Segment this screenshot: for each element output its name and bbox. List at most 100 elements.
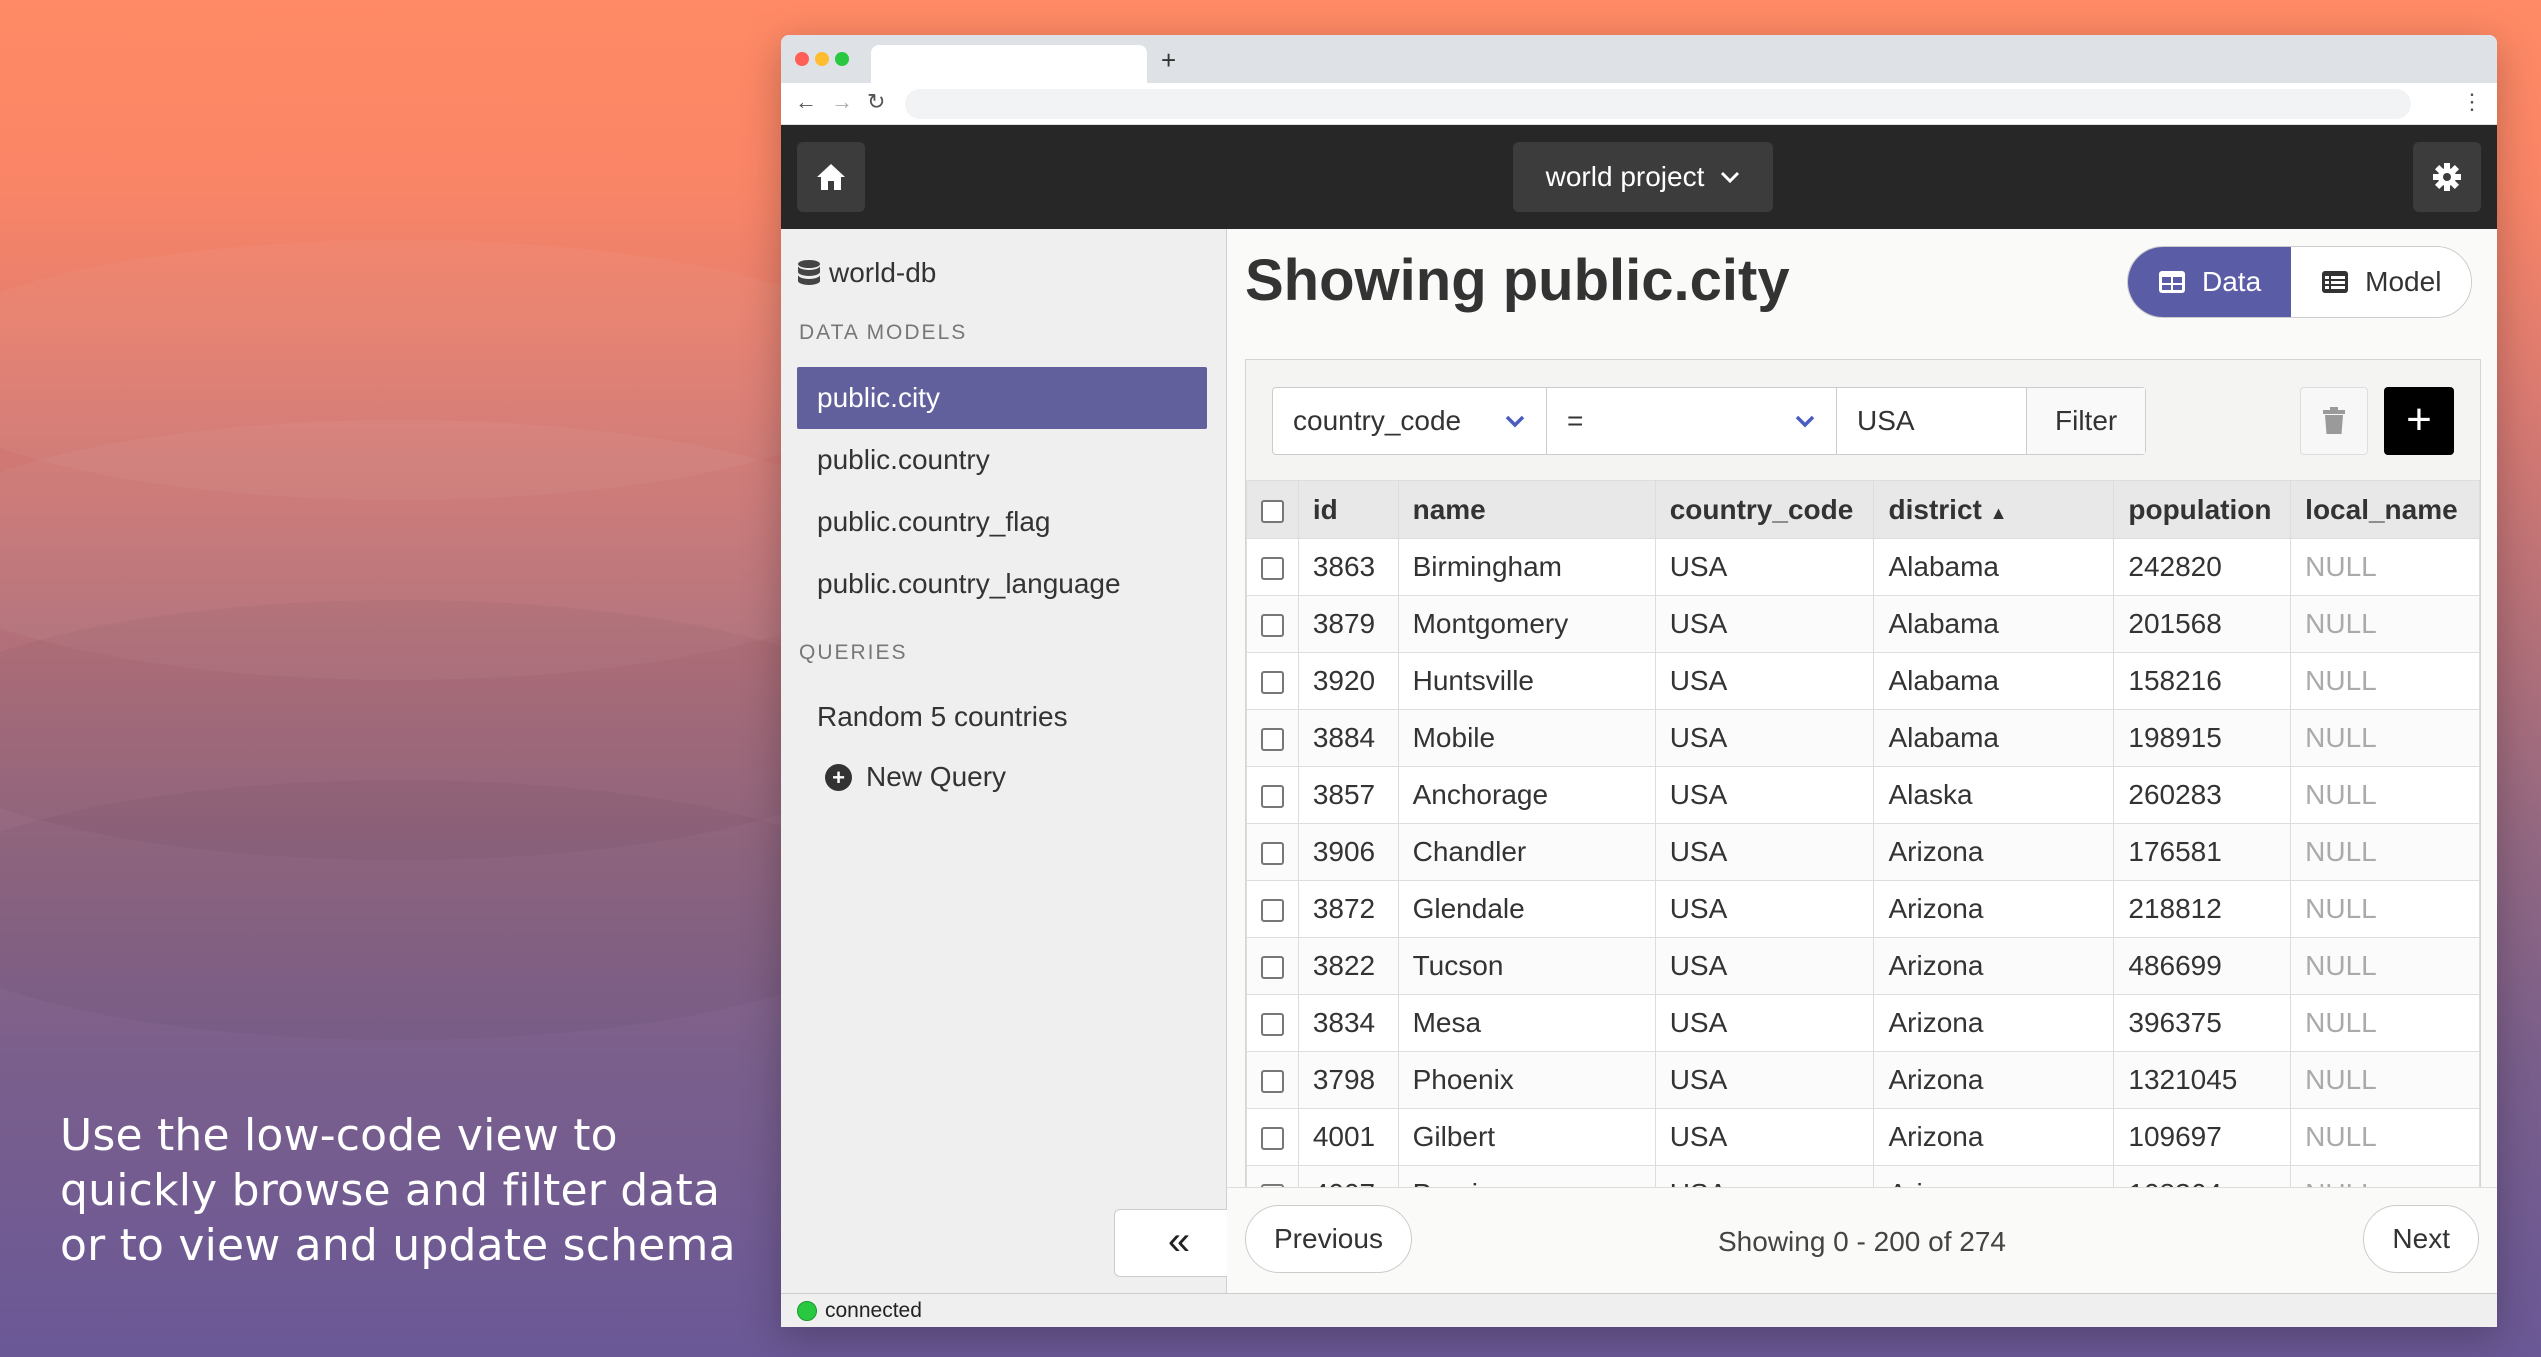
table-cell-country-code[interactable]: USA bbox=[1654, 1108, 1875, 1166]
maximize-window-dot[interactable] bbox=[835, 52, 849, 66]
table-cell-local-name[interactable]: NULL bbox=[2290, 880, 2480, 938]
table-cell-population[interactable]: 486699 bbox=[2113, 937, 2292, 995]
row-checkbox[interactable] bbox=[1261, 557, 1284, 581]
table-cell-population[interactable]: 109697 bbox=[2113, 1108, 2292, 1166]
browser-tab[interactable] bbox=[871, 45, 1147, 83]
table-cell-id[interactable]: 3834 bbox=[1297, 994, 1399, 1052]
table-cell-country-code[interactable]: USA bbox=[1654, 766, 1875, 824]
table-row[interactable]: 3879 Montgomery USA Alabama 201568 NULL bbox=[1246, 595, 2480, 653]
table-cell-id[interactable]: 3879 bbox=[1297, 595, 1399, 653]
table-cell-country-code[interactable]: USA bbox=[1654, 538, 1875, 596]
new-tab-button[interactable]: + bbox=[1161, 45, 1176, 76]
table-cell-local-name[interactable]: NULL bbox=[2290, 595, 2480, 653]
table-cell-id[interactable]: 3857 bbox=[1297, 766, 1399, 824]
row-checkbox[interactable] bbox=[1261, 899, 1284, 923]
table-cell-population[interactable]: 1321045 bbox=[2113, 1051, 2292, 1109]
row-checkbox[interactable] bbox=[1261, 1070, 1284, 1094]
table-cell-id[interactable]: 4001 bbox=[1297, 1108, 1399, 1166]
row-checkbox[interactable] bbox=[1261, 671, 1284, 695]
table-cell-local-name[interactable]: NULL bbox=[2290, 1108, 2480, 1166]
table-cell-population[interactable]: 198915 bbox=[2113, 709, 2292, 767]
table-cell-district[interactable]: Arizona bbox=[1873, 1051, 2115, 1109]
table-cell-name[interactable]: Montgomery bbox=[1397, 595, 1656, 653]
row-checkbox[interactable] bbox=[1261, 785, 1284, 809]
row-checkbox[interactable] bbox=[1261, 842, 1284, 866]
table-cell-district[interactable]: Alaska bbox=[1873, 766, 2115, 824]
sidebar-item-public-city[interactable]: public.city bbox=[797, 367, 1207, 429]
table-cell-country-code[interactable]: USA bbox=[1654, 937, 1875, 995]
table-cell-local-name[interactable]: NULL bbox=[2290, 709, 2480, 767]
table-cell-local-name[interactable]: NULL bbox=[2290, 1051, 2480, 1109]
table-row[interactable]: 3798 Phoenix USA Arizona 1321045 NULL bbox=[1246, 1051, 2480, 1109]
table-cell-id[interactable]: 3920 bbox=[1297, 652, 1399, 710]
column-header-local-name[interactable]: local_name bbox=[2290, 480, 2480, 539]
table-cell-population[interactable]: 158216 bbox=[2113, 652, 2292, 710]
data-view-button[interactable]: Data bbox=[2128, 247, 2292, 317]
column-header-name[interactable]: name bbox=[1397, 480, 1656, 539]
back-arrow-icon[interactable]: ← bbox=[795, 89, 817, 115]
row-checkbox[interactable] bbox=[1261, 614, 1284, 638]
home-button[interactable] bbox=[797, 142, 865, 212]
table-cell-id[interactable]: 3798 bbox=[1297, 1051, 1399, 1109]
table-cell-name[interactable]: Anchorage bbox=[1397, 766, 1656, 824]
table-row[interactable]: 3872 Glendale USA Arizona 218812 NULL bbox=[1246, 880, 2480, 938]
table-cell-name[interactable]: Tucson bbox=[1397, 937, 1656, 995]
table-cell-country-code[interactable]: USA bbox=[1654, 994, 1875, 1052]
select-all-checkbox[interactable] bbox=[1261, 499, 1284, 523]
table-cell-district[interactable]: Alabama bbox=[1873, 595, 2115, 653]
table-cell-population[interactable]: 176581 bbox=[2113, 823, 2292, 881]
model-view-button[interactable]: Model bbox=[2291, 247, 2472, 317]
column-header-country-code[interactable]: country_code bbox=[1654, 480, 1875, 539]
table-cell-country-code[interactable]: USA bbox=[1654, 709, 1875, 767]
reload-icon[interactable]: ↻ bbox=[867, 89, 885, 115]
filter-operator-select[interactable]: = bbox=[1547, 388, 1837, 454]
column-header-id[interactable]: id bbox=[1297, 480, 1399, 539]
previous-page-button[interactable]: Previous bbox=[1245, 1205, 1412, 1273]
table-cell-country-code[interactable]: USA bbox=[1654, 595, 1875, 653]
url-input[interactable] bbox=[905, 89, 2411, 119]
table-cell-country-code[interactable]: USA bbox=[1654, 880, 1875, 938]
collapse-sidebar-button[interactable]: « bbox=[1114, 1209, 1244, 1277]
table-row[interactable]: 3906 Chandler USA Arizona 176581 NULL bbox=[1246, 823, 2480, 881]
table-cell-id[interactable]: 3906 bbox=[1297, 823, 1399, 881]
table-row[interactable]: 4001 Gilbert USA Arizona 109697 NULL bbox=[1246, 1108, 2480, 1166]
table-cell-district[interactable]: Arizona bbox=[1873, 1108, 2115, 1166]
table-cell-country-code[interactable]: USA bbox=[1654, 652, 1875, 710]
project-selector[interactable]: world project bbox=[1513, 142, 1773, 212]
table-cell-id[interactable]: 3872 bbox=[1297, 880, 1399, 938]
column-header-population[interactable]: population bbox=[2113, 480, 2292, 539]
table-row[interactable]: 3920 Huntsville USA Alabama 158216 NULL bbox=[1246, 652, 2480, 710]
table-cell-population[interactable]: 396375 bbox=[2113, 994, 2292, 1052]
table-cell-district[interactable]: Arizona bbox=[1873, 994, 2115, 1052]
column-header-district[interactable]: district ▲ bbox=[1873, 480, 2115, 539]
table-cell-name[interactable]: Huntsville bbox=[1397, 652, 1656, 710]
table-cell-country-code[interactable]: USA bbox=[1654, 1051, 1875, 1109]
close-window-dot[interactable] bbox=[795, 52, 809, 66]
table-cell-name[interactable]: Gilbert bbox=[1397, 1108, 1656, 1166]
row-checkbox[interactable] bbox=[1261, 956, 1284, 980]
add-row-button[interactable]: + bbox=[2384, 387, 2454, 455]
sidebar-item-public-country-flag[interactable]: public.country_flag bbox=[797, 491, 1207, 553]
table-cell-name[interactable]: Phoenix bbox=[1397, 1051, 1656, 1109]
filter-value-input[interactable]: USA bbox=[1837, 388, 2027, 454]
table-cell-local-name[interactable]: NULL bbox=[2290, 538, 2480, 596]
table-cell-local-name[interactable]: NULL bbox=[2290, 766, 2480, 824]
delete-rows-button[interactable] bbox=[2300, 387, 2368, 455]
table-cell-id[interactable]: 3822 bbox=[1297, 937, 1399, 995]
table-cell-population[interactable]: 218812 bbox=[2113, 880, 2292, 938]
table-cell-name[interactable]: Chandler bbox=[1397, 823, 1656, 881]
table-cell-country-code[interactable]: USA bbox=[1654, 823, 1875, 881]
table-cell-population[interactable]: 201568 bbox=[2113, 595, 2292, 653]
database-name[interactable]: world-db bbox=[797, 257, 936, 289]
table-row[interactable]: 3863 Birmingham USA Alabama 242820 NULL bbox=[1246, 538, 2480, 596]
table-cell-local-name[interactable]: NULL bbox=[2290, 994, 2480, 1052]
table-row[interactable]: 3884 Mobile USA Alabama 198915 NULL bbox=[1246, 709, 2480, 767]
table-cell-district[interactable]: Alabama bbox=[1873, 709, 2115, 767]
table-cell-local-name[interactable]: NULL bbox=[2290, 823, 2480, 881]
table-cell-population[interactable]: 242820 bbox=[2113, 538, 2292, 596]
table-cell-name[interactable]: Glendale bbox=[1397, 880, 1656, 938]
table-row[interactable]: 3834 Mesa USA Arizona 396375 NULL bbox=[1246, 994, 2480, 1052]
table-cell-district[interactable]: Arizona bbox=[1873, 823, 2115, 881]
table-cell-id[interactable]: 3863 bbox=[1297, 538, 1399, 596]
next-page-button[interactable]: Next bbox=[2363, 1205, 2479, 1273]
